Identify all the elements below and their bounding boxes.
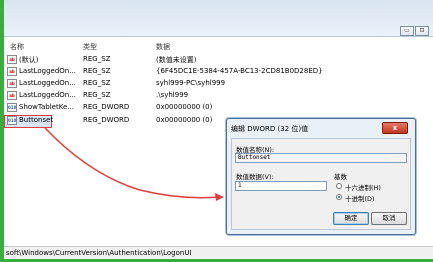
string-value-icon: ab <box>7 79 17 88</box>
value-type: REG_DWORD <box>83 116 130 124</box>
ok-button[interactable]: 确定 <box>333 212 369 225</box>
maximize-button[interactable]: ⊡ <box>415 26 429 36</box>
value-data-input[interactable]: 1 <box>235 181 327 191</box>
title-bar: ▭ ⊡ <box>4 0 433 37</box>
value-data-label: 数值数据(V): <box>236 173 274 181</box>
binary-value-icon: 010 <box>7 116 17 125</box>
value-name: Buttonset <box>19 116 54 124</box>
value-type: REG_DWORD <box>83 103 130 111</box>
column-header-row: 名称 类型 数据 <box>4 40 433 52</box>
value-data: .\syhl999 <box>156 91 189 99</box>
column-header-data[interactable]: 数据 <box>156 42 170 52</box>
dialog-title: 编辑 DWORD (32 位)值 <box>231 125 309 133</box>
list-item[interactable]: 010 ShowTabletKe... REG_DWORD 0x00000000… <box>4 102 244 112</box>
string-value-icon: ab <box>7 67 17 76</box>
string-value-icon: ab <box>7 55 17 64</box>
string-value-icon: ab <box>7 91 17 100</box>
column-header-name[interactable]: 名称 <box>10 42 24 52</box>
list-item-selected[interactable]: 010 Buttonset REG_DWORD 0x00000000 (0) <box>4 115 244 125</box>
dialog-body: 数值名称(N): Buttonset 数值数据(V): 1 基数 十六进制(H)… <box>231 138 411 230</box>
column-header-type[interactable]: 类型 <box>83 42 97 52</box>
value-type: REG_SZ <box>83 79 111 87</box>
value-name: LastLoggedOn... <box>19 79 76 87</box>
value-data: 0x00000000 (0) <box>156 103 213 111</box>
hex-radio[interactable] <box>336 183 342 189</box>
base-group-label: 基数 <box>334 173 347 181</box>
value-data: 0x00000000 (0) <box>156 116 213 124</box>
window-controls: ▭ ⊡ <box>400 26 429 36</box>
value-name: LastLoggedOn... <box>19 67 76 75</box>
value-data: syhl999-PC\syhl999 <box>156 79 226 87</box>
decimal-radio[interactable] <box>336 194 342 200</box>
value-name: LastLoggedOn... <box>19 91 76 99</box>
value-data: (数值未设置) <box>156 56 197 64</box>
value-name: ShowTabletKe... <box>19 103 74 111</box>
value-type: REG_SZ <box>83 67 111 75</box>
value-type: REG_SZ <box>83 91 111 99</box>
list-item[interactable]: ab LastLoggedOn... REG_SZ syhl999-PC\syh… <box>4 78 244 88</box>
minimize-button[interactable]: ▭ <box>400 26 414 36</box>
hex-radio-label: 十六进制(H) <box>345 184 381 192</box>
binary-value-icon: 010 <box>7 103 17 112</box>
value-name-field[interactable]: Buttonset <box>235 153 407 163</box>
edit-dword-dialog: 编辑 DWORD (32 位)值 x 数值名称(N): Buttonset 数值… <box>226 118 416 235</box>
status-bar-path: soft\Windows\CurrentVersion\Authenticati… <box>4 246 433 259</box>
list-item[interactable]: ab LastLoggedOn... REG_SZ {6F45DC1E-5384… <box>4 66 323 76</box>
list-item[interactable]: ab (默认) REG_SZ (数值未设置) <box>4 54 244 64</box>
value-data: {6F45DC1E-5384-457A-BC13-2CD81B0D28ED} <box>156 67 323 75</box>
value-type: REG_SZ <box>83 55 111 63</box>
value-name: (默认) <box>19 56 39 64</box>
list-item[interactable]: ab LastLoggedOn... REG_SZ .\syhl999 <box>4 90 244 100</box>
close-button[interactable]: x <box>382 122 408 134</box>
decimal-radio-label: 十进制(D) <box>345 195 375 203</box>
cancel-button[interactable]: 取消 <box>371 212 407 225</box>
